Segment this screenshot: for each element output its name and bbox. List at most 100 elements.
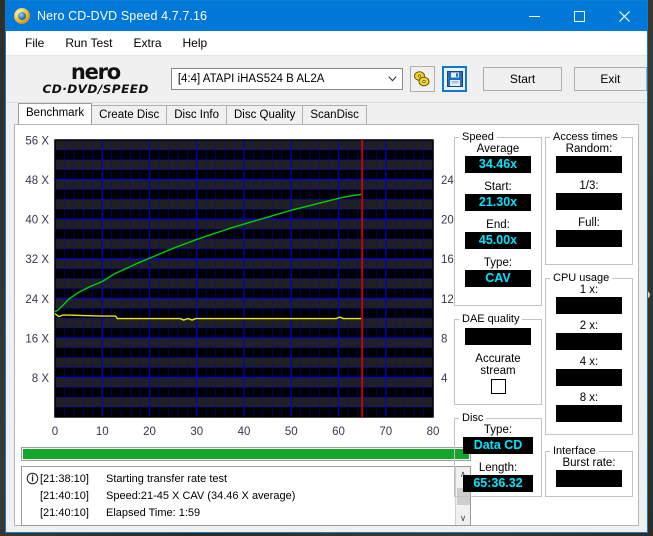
- toolbar: nero CD·DVD∕SPEED [4:4] ATAPI iHAS524 B …: [6, 56, 647, 103]
- cpu-1x-label: 1 x:: [579, 284, 599, 296]
- chart-xtick-label: 60: [332, 426, 345, 438]
- chart-y2tick-label: 8: [441, 333, 447, 345]
- chevron-down-icon: [384, 74, 402, 84]
- drive-select-value: [4:4] ATAPI iHAS524 B AL2A: [177, 73, 325, 85]
- nero-disc-icon: [14, 8, 30, 24]
- chart-xtick-label: 20: [143, 426, 156, 438]
- dae-accurate-line1: Accurate: [475, 353, 521, 365]
- cpu-8x-value: [556, 405, 622, 422]
- log-panel: [21:38:10] Starting transfer rate test [21…: [21, 466, 471, 526]
- log-entry-message: Starting transfer rate test: [106, 472, 228, 485]
- panel-cpu-usage: CPU usage 1 x: 2 x: 4 x: 8 x:: [545, 272, 633, 435]
- menu-file[interactable]: File: [16, 33, 53, 53]
- minimize-button[interactable]: [512, 1, 557, 31]
- menu-extra[interactable]: Extra: [124, 33, 170, 53]
- panel-disc: Disc Type: Data CD Length: 65:36.32: [454, 412, 542, 497]
- panel-interface: Interface Burst rate:: [545, 445, 633, 497]
- tab-create-disc[interactable]: Create Disc: [91, 105, 168, 124]
- chart-y2tick-label: 4: [441, 373, 448, 385]
- chart-xtick-label: 80: [427, 426, 440, 438]
- progress-bar-fill: [23, 449, 469, 459]
- menu-run-test[interactable]: Run Test: [56, 33, 121, 53]
- log-entry-time: [21:40:10]: [40, 489, 89, 502]
- chart-y2tick-label: 24: [441, 175, 454, 187]
- chart-xtick-label: 0: [52, 426, 58, 438]
- tab-strip: Benchmark Create Disc Disc Info Disc Qua…: [6, 103, 647, 124]
- chart-ytick-label: 48 X: [25, 175, 49, 187]
- speed-type-value: CAV: [465, 270, 531, 287]
- title-bar: Nero CD-DVD Speed 4.7.7.16: [6, 1, 647, 31]
- chart-xtick-label: 50: [285, 426, 298, 438]
- panel-disc-legend: Disc: [462, 412, 484, 424]
- access-random-value: [556, 156, 622, 173]
- panel-speed: Speed Average 34.46x Start: 21.30x End: …: [454, 131, 542, 306]
- speed-start-label: Start:: [484, 181, 512, 193]
- exit-button[interactable]: Exit: [573, 67, 647, 91]
- disc-type-label: Type:: [483, 424, 513, 436]
- chart-xtick-label: 30: [190, 426, 203, 438]
- cpu-2x-label: 2 x:: [579, 320, 599, 332]
- chart-y2tick-label: 12: [441, 294, 454, 306]
- chart-y2tick-label: 20: [441, 215, 454, 227]
- start-button[interactable]: Start: [483, 67, 562, 91]
- chart-ytick-label: 24 X: [25, 294, 49, 306]
- logo-cddvdspeed-text: CD·DVD∕SPEED: [42, 82, 149, 97]
- disc-speed-icon-button[interactable]: [409, 66, 435, 92]
- maximize-button[interactable]: [557, 1, 602, 31]
- save-button[interactable]: [441, 66, 468, 92]
- log-entry-message: Elapsed Time: 1:59: [106, 506, 201, 519]
- speed-average-value: 34.46x: [465, 156, 531, 173]
- panel-interface-legend: Interface: [553, 445, 596, 457]
- tab-benchmark[interactable]: Benchmark: [18, 103, 93, 124]
- tab-disc-quality[interactable]: Disc Quality: [226, 105, 304, 124]
- disc-speed-icon: [414, 71, 430, 87]
- panel-access-times: Access times Random: 1/3: Full:: [545, 131, 633, 265]
- access-random-label: Random:: [565, 143, 613, 155]
- chart-ytick-label: 16 X: [25, 333, 49, 345]
- tab-scandisc[interactable]: ScanDisc: [302, 105, 367, 124]
- drive-select[interactable]: [4:4] ATAPI iHAS524 B AL2A: [170, 68, 403, 90]
- access-full-value: [556, 230, 622, 247]
- access-full-label: Full:: [578, 217, 600, 229]
- panel-dae-quality: DAE quality Accurate stream: [454, 313, 542, 405]
- close-button[interactable]: [602, 1, 647, 31]
- chart-xtick-label: 40: [238, 426, 251, 438]
- info-icon: [26, 472, 39, 485]
- chart-ytick-label: 56 X: [25, 136, 49, 148]
- log-entry-message: Speed:21-45 X CAV (34.46 X average): [106, 489, 296, 502]
- menu-help[interactable]: Help: [174, 33, 217, 53]
- chart-ytick-label: 32 X: [25, 254, 49, 266]
- window-controls: [512, 1, 647, 31]
- chart-ytick-label: 8 X: [32, 373, 50, 385]
- window-title: Nero CD-DVD Speed 4.7.7.16: [37, 9, 208, 23]
- speed-end-value: 45.00x: [465, 232, 531, 249]
- panel-access-legend: Access times: [553, 131, 618, 143]
- speed-type-label: Type:: [483, 257, 513, 269]
- log-entry: [21:38:10] Starting transfer rate test: [26, 470, 455, 487]
- chart-xtick-label: 10: [96, 426, 109, 438]
- speed-average-label: Average: [476, 143, 520, 155]
- chart-y2tick-label: 16: [441, 254, 454, 266]
- cpu-1x-value: [556, 297, 622, 314]
- access-third-label: 1/3:: [579, 180, 599, 192]
- log-entry: [21:40:10] Speed:21-45 X CAV (34.46 X ave…: [26, 487, 455, 504]
- accurate-stream-checkbox[interactable]: [490, 379, 506, 394]
- speed-start-value: 21.30x: [465, 194, 531, 211]
- interface-burst-label: Burst rate:: [562, 457, 616, 469]
- disc-length-value: 65:36.32: [463, 475, 533, 492]
- log-list: [21:38:10] Starting transfer rate test [21…: [22, 467, 455, 525]
- progress-bar: [21, 447, 471, 461]
- log-entry: [21:40:10] Elapsed Time: 1:59: [26, 504, 455, 521]
- info-panels: Speed Average 34.46x Start: 21.30x End: …: [454, 127, 636, 531]
- tab-disc-info[interactable]: Disc Info: [166, 105, 227, 124]
- logo-nero-text: nero: [70, 60, 121, 85]
- cpu-4x-label: 4 x:: [579, 356, 599, 368]
- cpu-2x-value: [556, 333, 622, 350]
- disc-length-label: Length:: [478, 462, 518, 474]
- chart-xtick-label: 70: [379, 426, 392, 438]
- application-window: Nero CD-DVD Speed 4.7.7.16 File Run Test…: [5, 0, 648, 533]
- panel-speed-legend: Speed: [462, 131, 494, 143]
- log-entry-time: [21:40:10]: [40, 506, 89, 519]
- panel-cpu-legend: CPU usage: [553, 272, 610, 284]
- cpu-4x-value: [556, 369, 622, 386]
